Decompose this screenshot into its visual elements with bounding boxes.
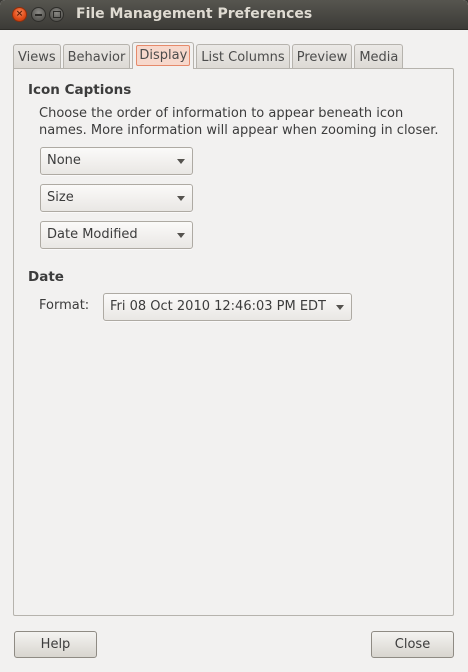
icon-captions-heading: Icon Captions <box>28 82 132 98</box>
tab-preview[interactable]: Preview <box>291 44 353 69</box>
tab-list-columns[interactable]: List Columns <box>196 44 290 69</box>
dropdown-arrow-icon <box>177 159 185 164</box>
tab-behavior[interactable]: Behavior <box>62 44 131 69</box>
date-format-combo[interactable]: Fri 08 Oct 2010 12:46:03 PM EDT <box>103 293 352 321</box>
combo-value: Date Modified <box>47 227 138 242</box>
tab-label: Views <box>18 50 56 65</box>
combo-value: None <box>47 153 81 168</box>
combo-value: Size <box>47 190 74 205</box>
help-button[interactable]: Help <box>14 631 97 658</box>
tab-label: Preview <box>296 50 348 65</box>
tab-display[interactable]: Display <box>132 42 195 69</box>
date-format-label: Format: <box>39 298 90 313</box>
close-button[interactable]: Close <box>371 631 454 658</box>
dropdown-arrow-icon <box>177 196 185 201</box>
close-icon: × <box>15 9 24 19</box>
date-heading: Date <box>28 269 64 285</box>
window-title: File Management Preferences <box>76 6 313 22</box>
window-minimize-button[interactable] <box>31 7 46 22</box>
icon-caption-combo-2[interactable]: Size <box>40 184 193 212</box>
combo-value: Fri 08 Oct 2010 12:46:03 PM EDT <box>110 299 326 314</box>
tab-bar: Views Behavior Display List Columns Prev… <box>13 42 405 69</box>
minimize-icon <box>35 13 42 16</box>
tab-label: Media <box>359 50 399 65</box>
tab-views[interactable]: Views <box>13 44 61 69</box>
window-close-button[interactable]: × <box>12 7 27 22</box>
preferences-window: × File Management Preferences Views Beha… <box>0 0 468 672</box>
window-maximize-button[interactable] <box>49 7 64 22</box>
icon-caption-combo-3[interactable]: Date Modified <box>40 221 193 249</box>
title-bar[interactable]: × File Management Preferences <box>0 0 468 30</box>
dropdown-arrow-icon <box>177 233 185 238</box>
tab-label: List Columns <box>201 50 285 65</box>
tab-label: Behavior <box>67 50 126 65</box>
icon-caption-combo-1[interactable]: None <box>40 147 193 175</box>
maximize-icon <box>52 11 61 18</box>
dropdown-arrow-icon <box>336 305 344 310</box>
display-tab-panel: Icon Captions Choose the order of inform… <box>13 68 454 616</box>
tab-label: Display <box>136 45 191 66</box>
icon-captions-description: Choose the order of information to appea… <box>39 106 439 138</box>
tab-media[interactable]: Media <box>354 44 404 69</box>
